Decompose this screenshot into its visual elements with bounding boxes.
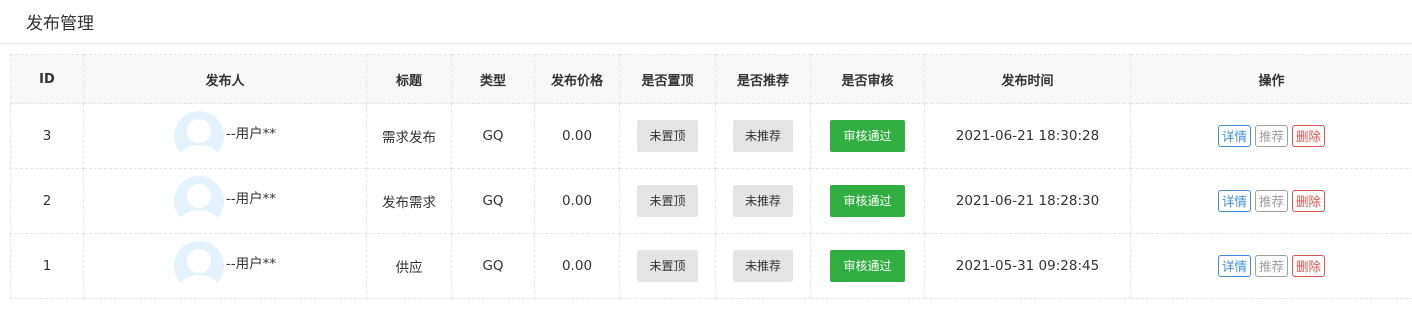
cell-title: 需求发布 [366, 103, 452, 169]
cell-actions: 详情 推荐 删除 [1130, 168, 1412, 234]
cell-title: 发布需求 [366, 168, 452, 234]
cell-recommend: 未推荐 [715, 103, 811, 169]
cell-review: 审核通过 [810, 168, 925, 234]
top-status-button[interactable]: 未置顶 [637, 120, 698, 152]
publish-table-container: ID 发布人 标题 类型 发布价格 是否置顶 是否推荐 是否审核 发布时间 操作… [10, 54, 1412, 299]
delete-button[interactable]: 删除 [1292, 255, 1326, 277]
recommend-button[interactable]: 推荐 [1254, 125, 1288, 147]
recommend-status-button[interactable]: 未推荐 [732, 185, 793, 217]
top-status-button[interactable]: 未置顶 [637, 250, 698, 282]
cell-price: 0.00 [534, 168, 620, 234]
cell-actions: 详情 推荐 删除 [1130, 103, 1412, 169]
column-header-price[interactable]: 发布价格 [534, 54, 620, 104]
cell-recommend: 未推荐 [715, 233, 811, 299]
page-title: 发布管理 [26, 14, 94, 34]
user-avatar-icon [173, 241, 224, 291]
column-header-top[interactable]: 是否置顶 [619, 54, 716, 104]
cell-time: 2021-06-21 18:28:30 [924, 168, 1131, 234]
publish-table: ID 发布人 标题 类型 发布价格 是否置顶 是否推荐 是否审核 发布时间 操作… [10, 54, 1412, 299]
review-status-button[interactable]: 审核通过 [830, 185, 905, 217]
publisher-name: --用户** [225, 126, 277, 142]
cell-top: 未置顶 [619, 233, 716, 299]
column-header-title[interactable]: 标题 [366, 54, 452, 104]
column-header-type[interactable]: 类型 [451, 54, 535, 104]
column-header-time[interactable]: 发布时间 [924, 54, 1131, 104]
table-row: 1 --用户** 供应 GQ 0.00 未置顶 未推荐 审核通过 2021-05… [10, 233, 1412, 299]
column-header-recommend[interactable]: 是否推荐 [715, 54, 811, 104]
cell-price: 0.00 [534, 103, 620, 169]
page-header: 发布管理 [0, 0, 1412, 44]
cell-time: 2021-05-31 09:28:45 [924, 233, 1131, 299]
detail-button[interactable]: 详情 [1217, 190, 1251, 212]
review-status-button[interactable]: 审核通过 [830, 250, 905, 282]
column-header-actions: 操作 [1130, 54, 1412, 104]
cell-type: GQ [451, 103, 535, 169]
delete-button[interactable]: 删除 [1292, 190, 1326, 212]
cell-publisher: --用户** [83, 103, 367, 169]
cell-publisher: --用户** [83, 233, 367, 299]
cell-id: 2 [10, 168, 84, 234]
cell-actions: 详情 推荐 删除 [1130, 233, 1412, 299]
cell-recommend: 未推荐 [715, 168, 811, 234]
cell-type: GQ [451, 168, 535, 234]
cell-id: 1 [10, 233, 84, 299]
cell-title: 供应 [366, 233, 452, 299]
recommend-status-button[interactable]: 未推荐 [732, 250, 793, 282]
publisher-name: --用户** [225, 191, 277, 207]
publisher: --用户** [173, 237, 277, 291]
publisher-name: --用户** [225, 256, 277, 272]
column-header-id[interactable]: ID [10, 54, 84, 104]
cell-publisher: --用户** [83, 168, 367, 234]
column-header-review[interactable]: 是否审核 [810, 54, 925, 104]
column-header-publisher[interactable]: 发布人 [83, 54, 367, 104]
cell-review: 审核通过 [810, 233, 925, 299]
detail-button[interactable]: 详情 [1217, 125, 1251, 147]
cell-review: 审核通过 [810, 103, 925, 169]
publisher: --用户** [173, 107, 277, 161]
table-header-row: ID 发布人 标题 类型 发布价格 是否置顶 是否推荐 是否审核 发布时间 操作 [10, 54, 1412, 104]
table-row: 2 --用户** 发布需求 GQ 0.00 未置顶 未推荐 审核通过 2021-… [10, 168, 1412, 234]
cell-type: GQ [451, 233, 535, 299]
user-avatar-icon [173, 111, 224, 161]
review-status-button[interactable]: 审核通过 [830, 120, 905, 152]
user-avatar-icon [173, 176, 224, 226]
recommend-button[interactable]: 推荐 [1254, 255, 1288, 277]
recommend-button[interactable]: 推荐 [1254, 190, 1288, 212]
cell-time: 2021-06-21 18:30:28 [924, 103, 1131, 169]
top-status-button[interactable]: 未置顶 [637, 185, 698, 217]
publisher: --用户** [173, 172, 277, 226]
table-row: 3 --用户** 需求发布 GQ 0.00 未置顶 未推荐 审核通过 2021-… [10, 103, 1412, 169]
cell-top: 未置顶 [619, 168, 716, 234]
detail-button[interactable]: 详情 [1217, 255, 1251, 277]
cell-top: 未置顶 [619, 103, 716, 169]
cell-id: 3 [10, 103, 84, 169]
recommend-status-button[interactable]: 未推荐 [732, 120, 793, 152]
delete-button[interactable]: 删除 [1292, 125, 1326, 147]
cell-price: 0.00 [534, 233, 620, 299]
